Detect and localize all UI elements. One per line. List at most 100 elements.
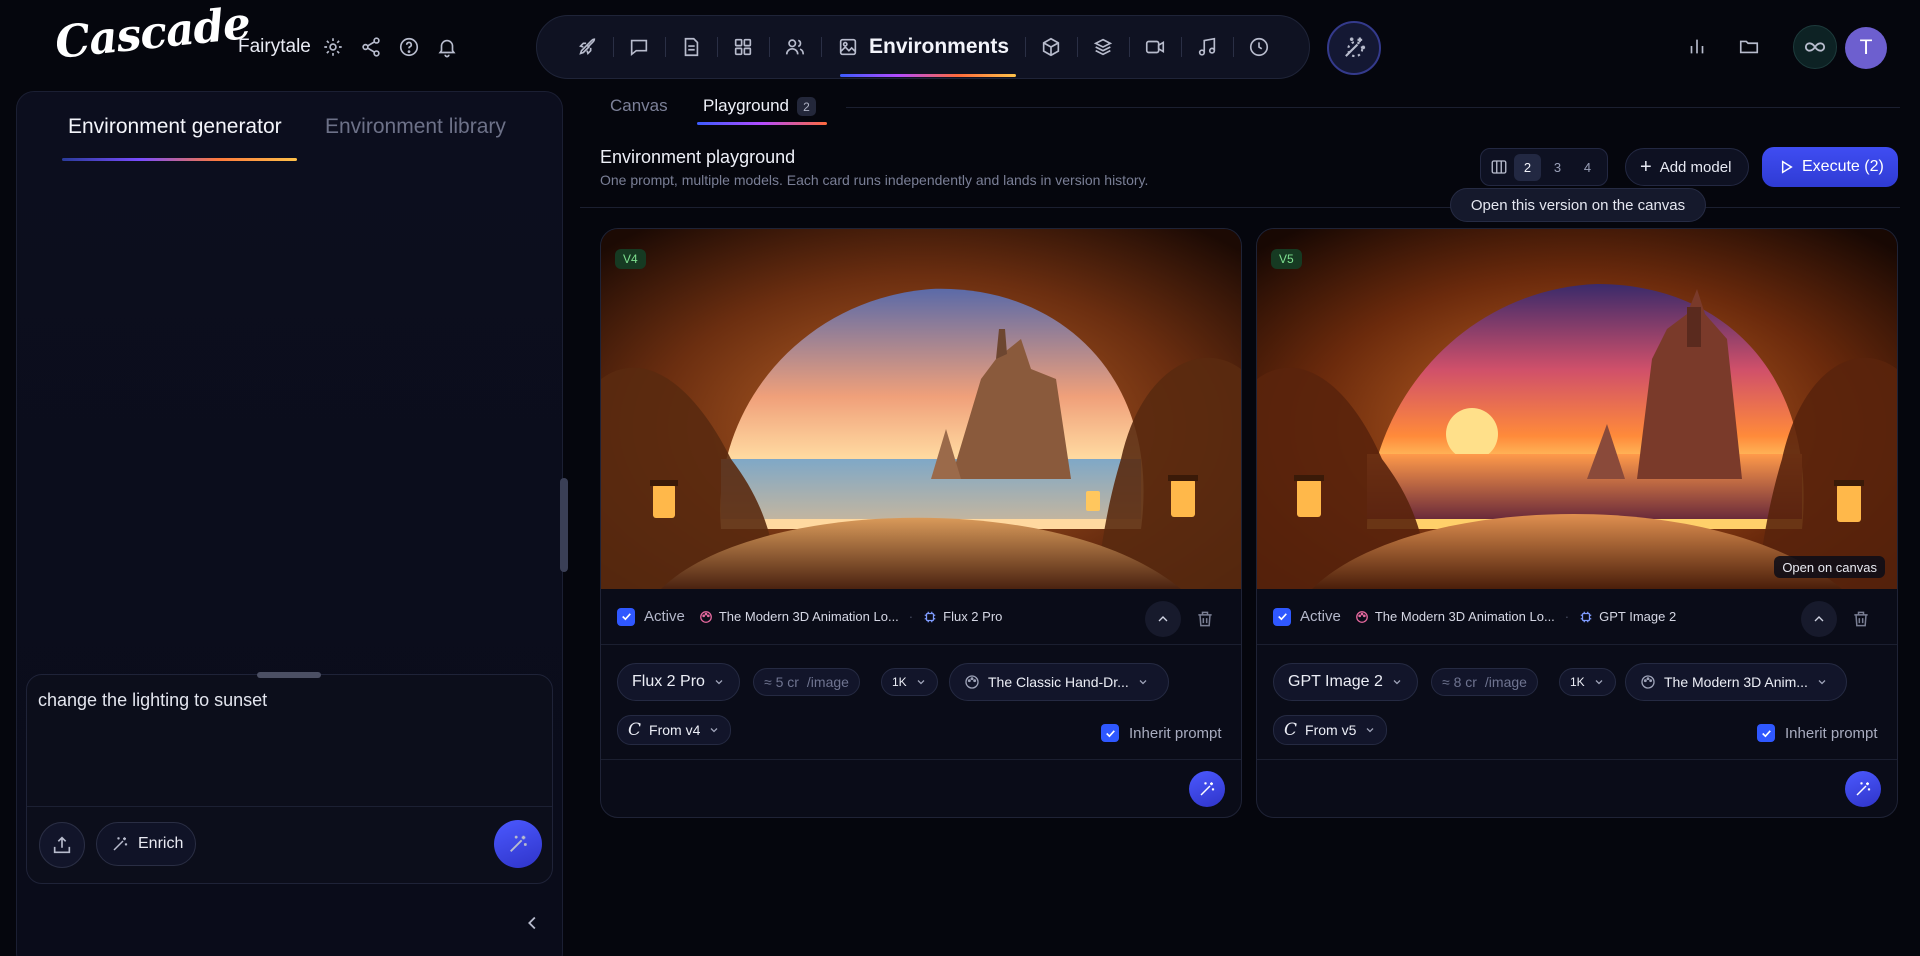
source-version-label: From v4	[649, 722, 701, 738]
active-label: Active	[1300, 608, 1341, 625]
style-select-label: The Classic Hand-Dr...	[988, 674, 1129, 690]
columns-option-4[interactable]: 4	[1574, 154, 1601, 181]
active-checkbox[interactable]	[617, 607, 635, 626]
plus-icon: +	[1640, 156, 1652, 178]
ai-assistant-button[interactable]	[1327, 21, 1381, 75]
collapse-card-button[interactable]	[1801, 601, 1837, 637]
resolution-select[interactable]: 1K	[1559, 668, 1616, 696]
model-select[interactable]: Flux 2 Pro	[617, 663, 740, 701]
model-select[interactable]: GPT Image 2	[1273, 663, 1418, 701]
subtab-canvas[interactable]: Canvas	[610, 96, 668, 116]
source-version-label: From v5	[1305, 722, 1357, 738]
open-on-canvas-button[interactable]: Open on canvas	[1774, 556, 1885, 578]
folder-icon[interactable]	[1738, 35, 1760, 57]
chevron-down-icon	[917, 680, 925, 685]
inherit-prompt-toggle[interactable]: Inherit prompt	[1101, 724, 1222, 742]
inherit-prompt-label: Inherit prompt	[1129, 724, 1222, 742]
help-icon[interactable]	[398, 36, 420, 58]
columns-option-2[interactable]: 2	[1514, 153, 1541, 181]
grid-icon	[732, 36, 754, 58]
share-icon[interactable]	[360, 36, 382, 58]
collapse-card-button[interactable]	[1145, 601, 1181, 637]
project-name[interactable]: Fairytale	[238, 36, 311, 58]
card-generate-button[interactable]	[1845, 771, 1881, 807]
style-select-label: The Modern 3D Anim...	[1664, 674, 1808, 690]
chip-icon	[923, 610, 937, 624]
panel-scrollbar[interactable]	[560, 478, 568, 572]
upload-button[interactable]	[39, 822, 85, 868]
gear-icon[interactable]	[322, 36, 344, 58]
model-tag-label: GPT Image 2	[1599, 609, 1677, 624]
resolution-label: 1K	[892, 675, 907, 689]
users-icon	[784, 36, 806, 58]
right-toolbar	[1686, 35, 1760, 57]
style-tag: The Modern 3D Animation Lo...	[1355, 609, 1555, 624]
columns-option-3[interactable]: 3	[1544, 154, 1571, 181]
generate-button[interactable]	[494, 820, 542, 868]
tab-environment-generator[interactable]: Environment generator	[68, 115, 282, 139]
enrich-button[interactable]: Enrich	[96, 822, 196, 866]
active-checkbox[interactable]	[1273, 607, 1291, 626]
inherit-prompt-label: Inherit prompt	[1785, 724, 1878, 742]
add-model-label: Add model	[1659, 158, 1732, 176]
nav-users[interactable]	[769, 27, 821, 67]
nav-grid[interactable]	[717, 27, 769, 67]
style-select[interactable]: The Classic Hand-Dr...	[949, 663, 1169, 701]
rocket-icon	[576, 36, 598, 58]
user-avatar[interactable]: T	[1845, 27, 1887, 69]
nav-cube[interactable]	[1025, 27, 1077, 67]
tab-environment-library[interactable]: Environment library	[325, 115, 506, 139]
layers-icon	[1092, 36, 1114, 58]
nav-music[interactable]	[1181, 27, 1233, 67]
nav-video[interactable]	[1129, 27, 1181, 67]
chart-icon[interactable]	[1686, 35, 1708, 57]
source-version-select[interactable]: C From v4	[617, 715, 732, 745]
model-tag: GPT Image 2	[1579, 609, 1676, 624]
execute-button[interactable]: Execute (2)	[1762, 147, 1898, 187]
model-tag-label: Flux 2 Pro	[943, 609, 1003, 624]
card-divider	[601, 759, 1241, 760]
model-card-v4: V4 Active The Modern 3D Animation Lo... …	[600, 228, 1242, 818]
delete-card-button[interactable]	[1851, 609, 1871, 629]
card-generate-button[interactable]	[1189, 771, 1225, 807]
style-select[interactable]: The Modern 3D Anim...	[1625, 663, 1847, 701]
subtab-divider	[846, 107, 1900, 108]
resolution-select[interactable]: 1K	[881, 668, 938, 696]
add-model-button[interactable]: + Add model	[1625, 148, 1749, 186]
environment-image-v4[interactable]	[601, 229, 1241, 589]
collapse-panel-button[interactable]	[522, 912, 544, 934]
cost-value: ≈ 8 cr	[1442, 674, 1477, 690]
delete-card-button[interactable]	[1195, 609, 1215, 629]
nav-environments[interactable]: Environments	[821, 27, 1025, 67]
nav-layers[interactable]	[1077, 27, 1129, 67]
nav-document[interactable]	[665, 27, 717, 67]
cost-unit: /image	[806, 674, 849, 690]
inherit-prompt-checkbox[interactable]	[1101, 724, 1119, 742]
prompt-input[interactable]: change the lighting to sunset	[38, 690, 267, 711]
video-icon	[1144, 36, 1166, 58]
nav-rocket[interactable]	[561, 27, 613, 67]
chevron-down-icon	[1818, 680, 1826, 685]
palette-icon	[699, 610, 713, 624]
playground-count-badge: 2	[797, 97, 816, 116]
source-version-select[interactable]: C From v5	[1273, 715, 1388, 745]
environment-image-v5[interactable]	[1257, 229, 1897, 589]
subtab-playground[interactable]: Playground	[703, 96, 789, 116]
nav-chat[interactable]	[613, 27, 665, 67]
infinity-button[interactable]	[1793, 25, 1837, 69]
cost-indicator: ≈ 8 cr /image	[1431, 668, 1538, 696]
resize-handle[interactable]	[257, 672, 321, 678]
palette-icon	[964, 674, 980, 690]
inherit-prompt-checkbox[interactable]	[1757, 724, 1775, 742]
nav-active-indicator	[840, 74, 1016, 77]
inherit-prompt-toggle[interactable]: Inherit prompt	[1757, 724, 1878, 742]
magic-wand-icon	[111, 835, 129, 853]
document-icon	[680, 36, 702, 58]
nav-history[interactable]	[1233, 27, 1285, 67]
chip-icon	[1579, 610, 1593, 624]
app-logo[interactable]: Cascade	[53, 0, 253, 69]
tab-active-indicator	[62, 158, 297, 161]
version-badge: V5	[1271, 249, 1302, 269]
bell-icon[interactable]	[436, 36, 458, 58]
cost-indicator: ≈ 5 cr /image	[753, 668, 860, 696]
